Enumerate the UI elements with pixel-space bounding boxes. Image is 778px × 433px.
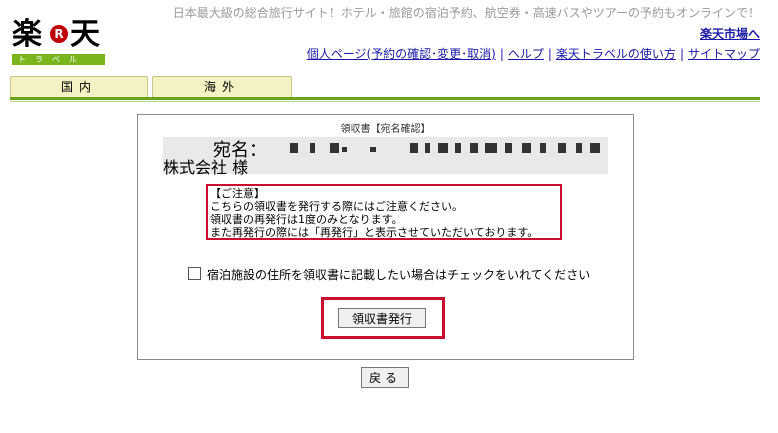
- nav-separator: |: [679, 47, 684, 61]
- panel-title: 領収書【宛名確認】: [340, 124, 431, 135]
- notice-line: 【ご注意】: [210, 187, 265, 200]
- logo-travel-bar: トラベル: [12, 54, 105, 65]
- nav-link-help[interactable]: ヘルプ: [508, 47, 544, 61]
- header-nav: 個人ページ(予約の確認･変更･取消) | ヘルプ | 楽天トラベルの使い方 | サイトマップ: [307, 45, 760, 62]
- issue-button-highlight: 領収書発行: [321, 297, 445, 339]
- site-tagline: 日本最大級の総合旅行サイト！ホテル・旅館の宿泊予約、航空券・高速バスやツアーの予…: [172, 6, 760, 20]
- notice-line: 領収書の再発行は1度のみとなります。: [210, 213, 403, 226]
- header-divider-light: [10, 101, 760, 102]
- address-checkbox-row: 宿泊施設の住所を領収書に記載したい場合はチェックをいれてください: [188, 266, 590, 283]
- nav-link-mypage[interactable]: 個人ページ(予約の確認･変更･取消): [307, 47, 496, 61]
- notice-line: また再発行の際には「再発行」と表示させていただいております。: [210, 226, 539, 239]
- nav-separator: |: [547, 47, 552, 61]
- issue-receipt-button[interactable]: 領収書発行: [338, 308, 426, 328]
- nav-link-sitemap[interactable]: サイトマップ: [688, 47, 760, 61]
- address-checkbox[interactable]: [188, 267, 201, 280]
- addressee-redacted: [290, 141, 600, 155]
- notice-line: こちらの領収書を発行する際にはご注意ください。: [210, 200, 463, 213]
- logo-kanji-raku: 楽: [12, 17, 42, 52]
- logo-r-mark: R: [50, 25, 68, 43]
- tab-domestic[interactable]: 国内: [10, 76, 148, 97]
- rakuten-travel-logo[interactable]: 楽 R 天 トラベル: [12, 18, 107, 66]
- rakuten-ichiba-link[interactable]: 楽天市場へ: [700, 25, 760, 42]
- notice-box: 【ご注意】 こちらの領収書を発行する際にはご注意ください。 領収書の再発行は1度…: [206, 184, 562, 240]
- address-checkbox-label[interactable]: 宿泊施設の住所を領収書に記載したい場合はチェックをいれてください: [207, 268, 590, 282]
- back-button[interactable]: 戻る: [361, 367, 409, 388]
- logo-kanji-ten: 天: [70, 17, 100, 52]
- nav-link-howto[interactable]: 楽天トラベルの使い方: [556, 47, 676, 61]
- receipt-panel: 領収書【宛名確認】 宛名： 株式会社 様 【ご注意】 こちらの領収書を発行する際…: [137, 114, 634, 360]
- addressee-company: 株式会社 様: [163, 158, 249, 177]
- tab-overseas[interactable]: 海外: [152, 76, 292, 97]
- nav-separator: |: [499, 47, 504, 61]
- header-divider: [10, 97, 760, 100]
- addressee-box: 宛名： 株式会社 様: [163, 137, 608, 177]
